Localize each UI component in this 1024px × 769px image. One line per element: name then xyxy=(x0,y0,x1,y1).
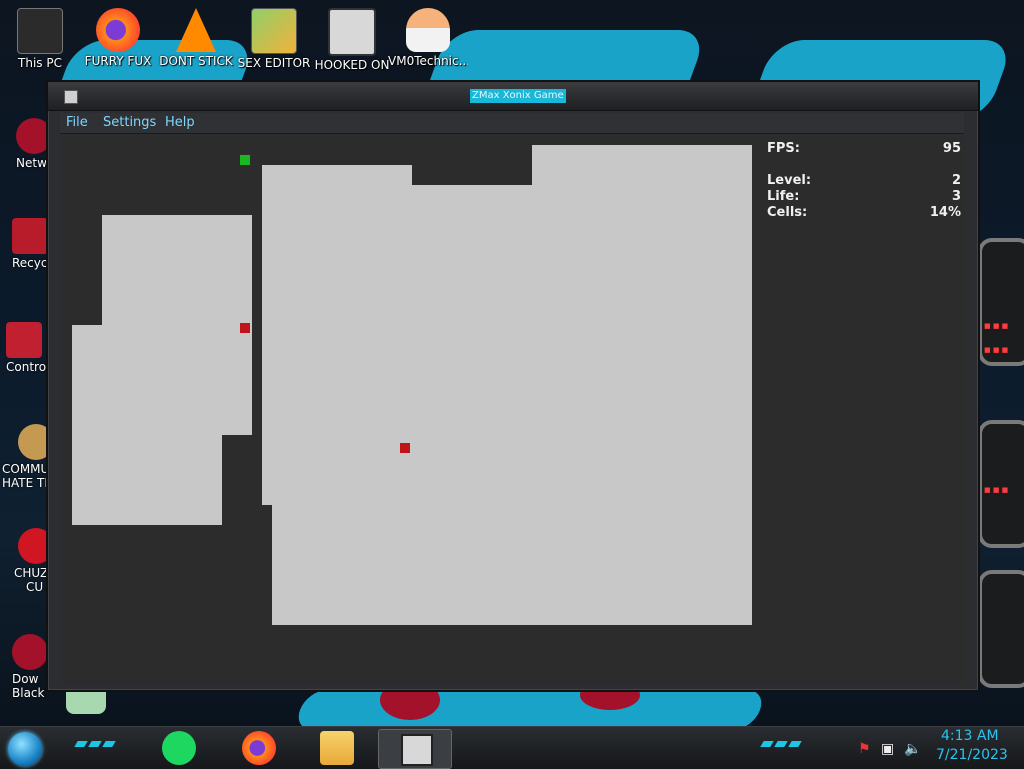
menu-settings[interactable]: Settings xyxy=(103,115,156,130)
captured-region xyxy=(272,505,752,625)
desktop-icon-hooked-on[interactable]: HOOKED ON xyxy=(312,8,392,72)
start-button[interactable] xyxy=(8,732,42,766)
desktop-icon-sex-editor[interactable]: SEX EDITOR xyxy=(234,8,314,70)
captured-region xyxy=(72,435,222,525)
hud-decoration xyxy=(978,420,1024,548)
player-marker xyxy=(240,155,250,165)
desktop-icon-recycle-bin[interactable]: Recycl xyxy=(12,218,51,270)
captured-region xyxy=(532,145,752,505)
clock-date[interactable]: 7/21/2023 xyxy=(936,747,1008,763)
vlc-cone-icon xyxy=(176,8,216,52)
spotify-icon[interactable] xyxy=(162,731,196,765)
taskbar-decoration xyxy=(88,741,102,747)
stat-cells: Cells: 14% xyxy=(767,205,961,220)
xonix-app-icon xyxy=(401,734,433,766)
computer-icon xyxy=(17,8,63,54)
taskbar: ⚑ ▣ 🔈 xyxy=(0,726,1024,769)
menu-bar: File Settings Help xyxy=(60,113,964,134)
menu-help[interactable]: Help xyxy=(165,115,195,130)
hxd-editor-icon xyxy=(251,8,297,54)
taskbar-decoration xyxy=(774,741,788,747)
xonix-app-icon xyxy=(64,90,78,104)
captured-region xyxy=(72,325,252,435)
captured-region xyxy=(102,215,252,325)
hud-decoration-text: ■ ■ ■ xyxy=(984,322,1009,330)
clock-time[interactable]: 4:13 AM xyxy=(941,728,999,744)
taskbar-decoration xyxy=(760,741,774,747)
file-explorer-icon[interactable] xyxy=(320,731,354,765)
enemy-ball xyxy=(400,443,410,453)
captured-region xyxy=(262,165,412,505)
xonix-game-icon xyxy=(328,8,376,56)
flag-icon[interactable]: ⚑ xyxy=(858,741,871,757)
desktop-icon-control-panel[interactable]: Control xyxy=(6,322,49,374)
volume-icon[interactable]: 🔈 xyxy=(904,741,921,757)
wallpaper-shape xyxy=(292,690,768,730)
desktop-icon-dont-stick[interactable]: DONT STICK xyxy=(156,8,236,68)
taskbar-decoration xyxy=(102,741,116,747)
desktop-icon-vm0technic[interactable]: VM0Technic... xyxy=(388,8,468,68)
firefox-icon xyxy=(96,8,140,52)
hud-decoration xyxy=(978,570,1024,688)
stat-fps: FPS: 95 xyxy=(767,141,961,156)
network-icon[interactable]: ▣ xyxy=(881,741,894,757)
taskbar-active-app[interactable] xyxy=(378,729,452,769)
menu-file[interactable]: File xyxy=(66,115,88,130)
control-panel-icon xyxy=(6,322,42,358)
stat-life: Life: 3 xyxy=(767,189,961,204)
xonix-game-window[interactable]: ZMax Xonix Game File Settings Help FPS: … xyxy=(46,80,980,692)
hud-decoration-text: ■ ■ ■ xyxy=(984,346,1009,354)
captured-region xyxy=(412,185,532,505)
game-board[interactable]: FPS: 95 Level: 2 Life: 3 Cells: 14% xyxy=(62,136,966,684)
desktop-icon-this-pc[interactable]: This PC xyxy=(0,8,80,70)
taskbar-decoration xyxy=(74,741,88,747)
enemy-ball xyxy=(240,323,250,333)
stat-level: Level: 2 xyxy=(767,173,961,188)
taskbar-decoration xyxy=(788,741,802,747)
desktop-icon-furry-fux[interactable]: FURRY FUX xyxy=(78,8,158,68)
hud-decoration-text: ■ ■ ■ xyxy=(984,486,1009,494)
window-titlebar[interactable]: ZMax Xonix Game xyxy=(48,82,978,111)
recycle-bin-icon xyxy=(12,218,48,254)
firefox-icon[interactable] xyxy=(242,731,276,765)
window-title: ZMax Xonix Game xyxy=(470,89,566,103)
doctor-avatar-icon xyxy=(406,8,450,52)
